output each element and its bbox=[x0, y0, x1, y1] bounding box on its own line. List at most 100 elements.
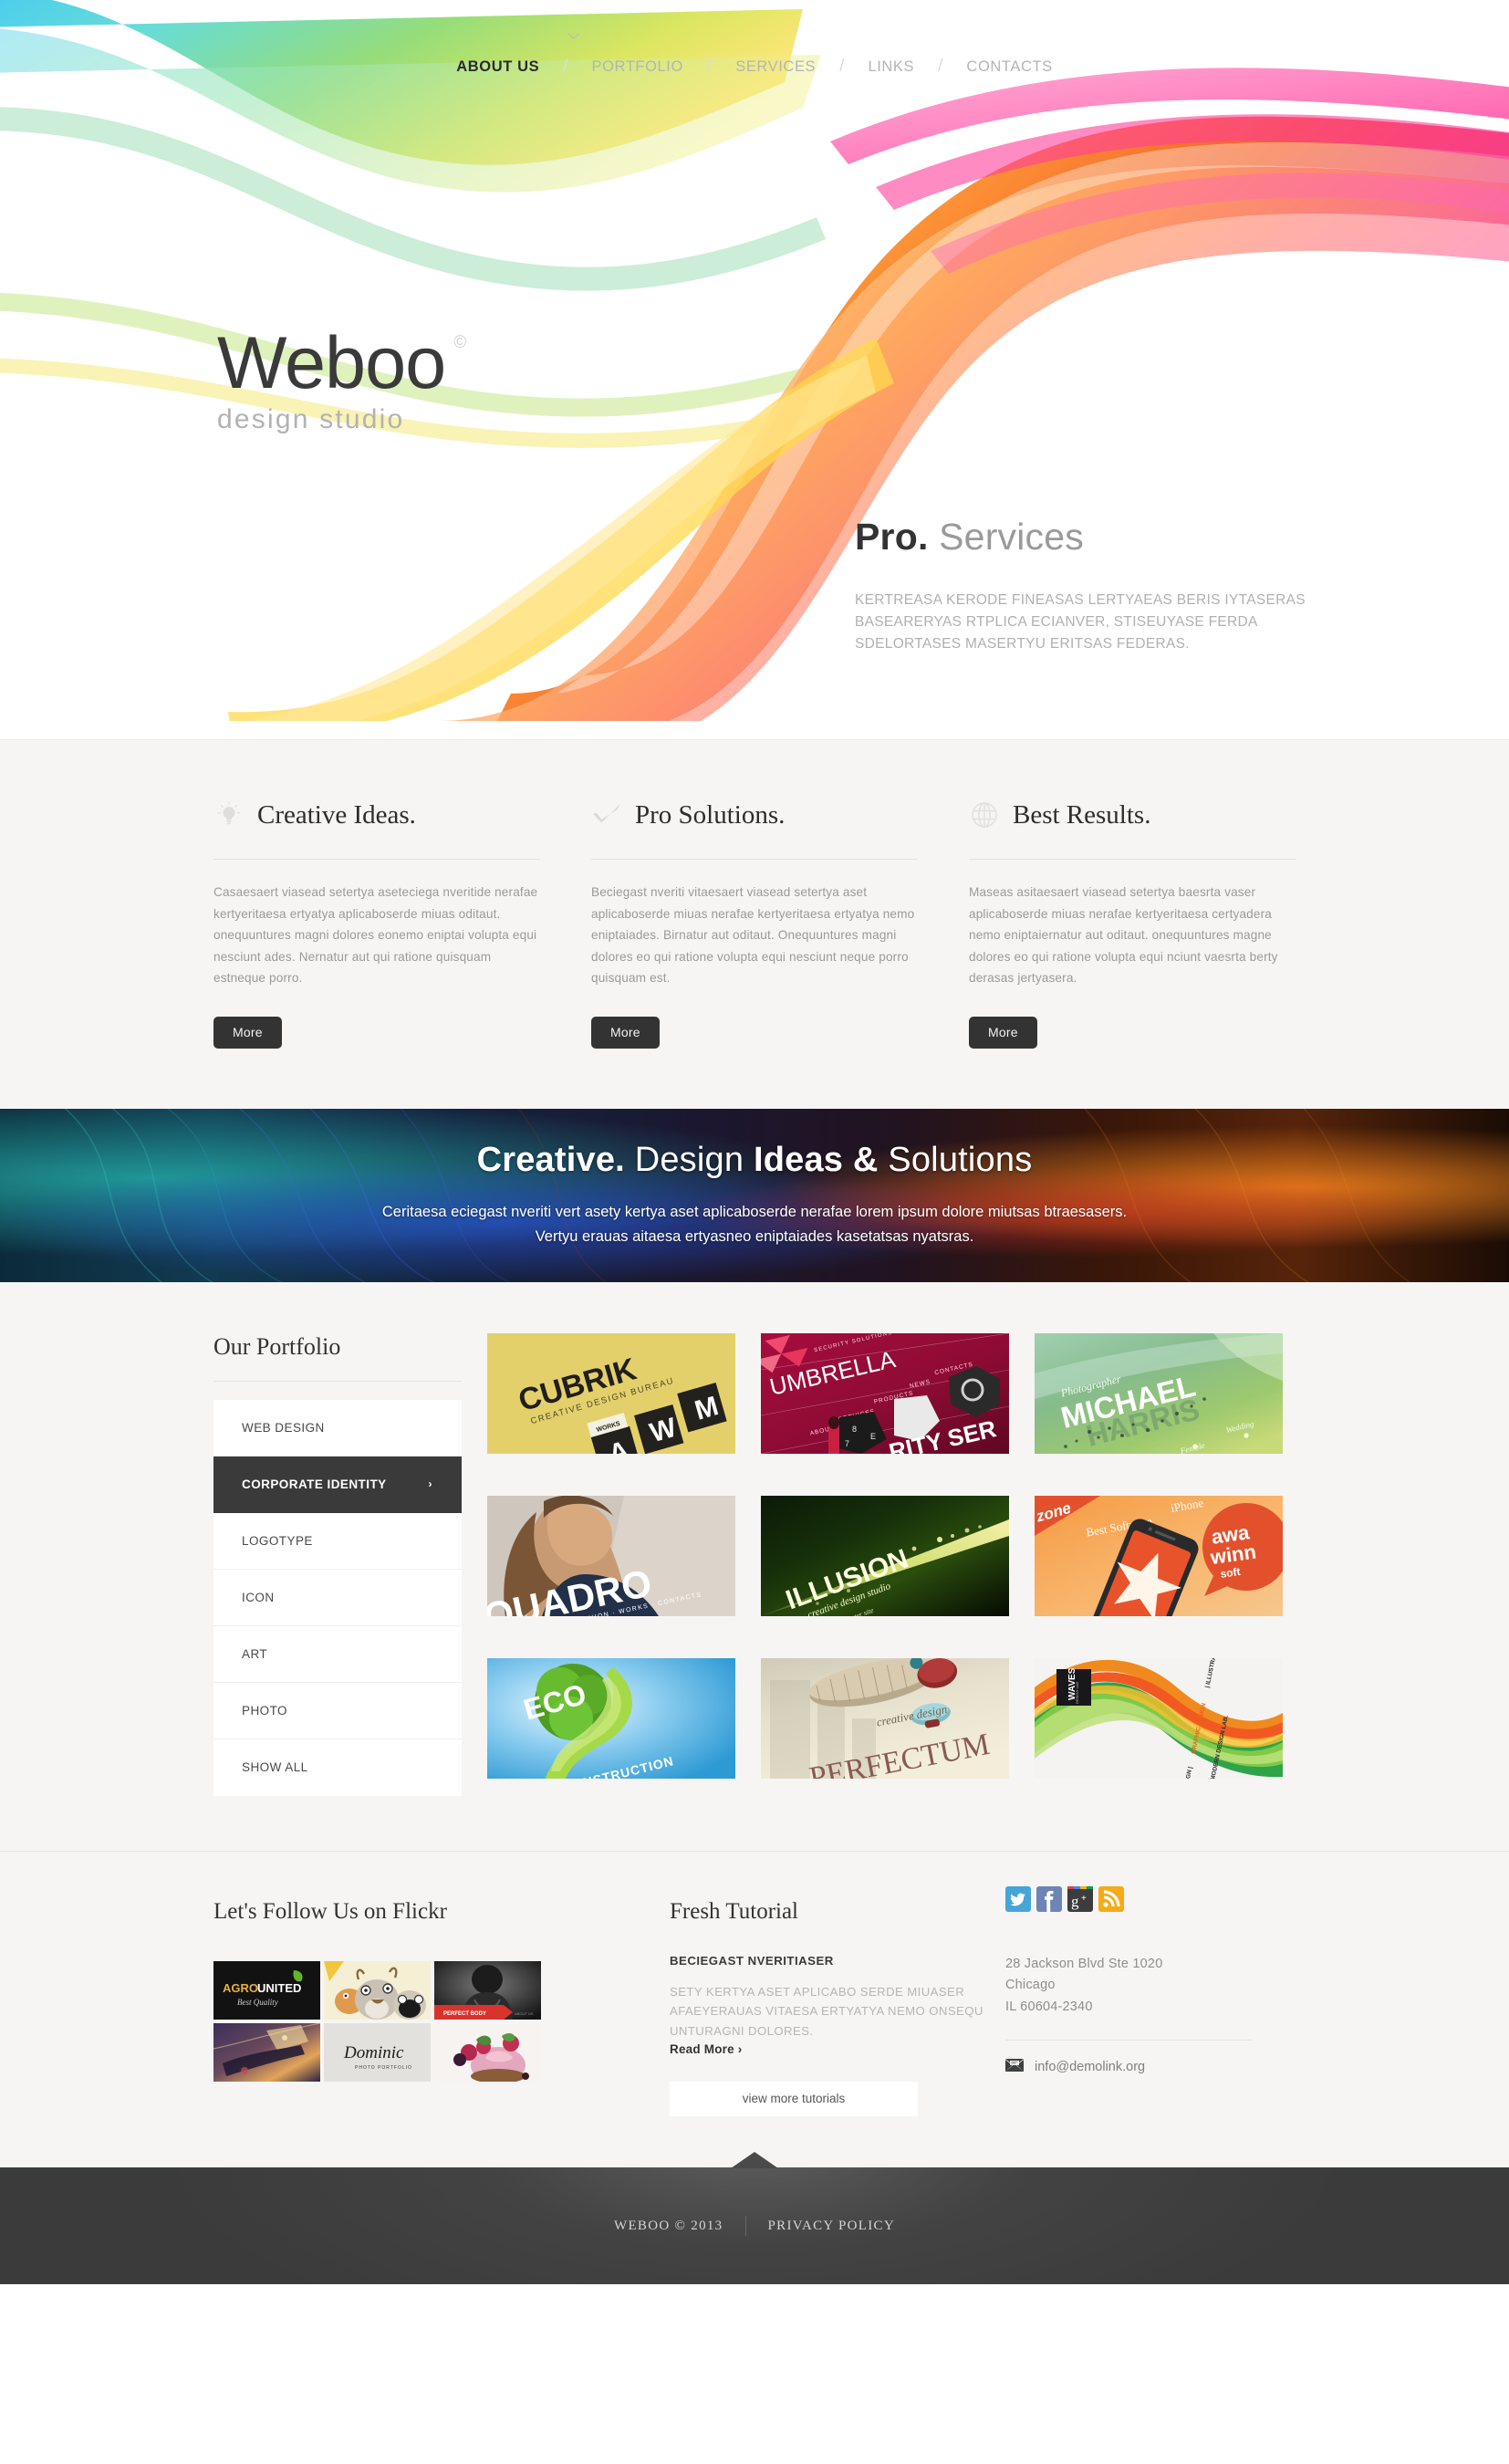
address-line-2: Chicago bbox=[1005, 1978, 1056, 1993]
portfolio-category-art[interactable]: ART bbox=[213, 1626, 462, 1683]
read-more-label: Read More bbox=[670, 2042, 734, 2057]
hero-copy: Pro. Services KERTREASA KERODE FINEASAS … bbox=[855, 516, 1329, 655]
divider bbox=[969, 859, 1296, 860]
portfolio-category-web-design[interactable]: WEB DESIGN bbox=[213, 1400, 462, 1456]
address-line-3: IL 60604-2340 bbox=[1005, 1999, 1093, 2014]
chevron-right-icon: › bbox=[428, 1477, 432, 1491]
flickr-widget: Let's Follow Us on Flickr AGRO. UNITED B… bbox=[213, 1899, 670, 2117]
read-more-link[interactable]: Read More › bbox=[670, 2042, 742, 2056]
contacts-widget: g + 28 Jackson Blvd Ste 1020 Chicago IL … bbox=[1005, 1885, 1296, 2117]
portfolio-thumb-izone[interactable]: zone Best Software iPhone awa winn soft bbox=[1035, 1495, 1283, 1616]
promo-title-part1: Creative. bbox=[476, 1140, 625, 1179]
nav-item-links[interactable]: LINKS bbox=[844, 58, 938, 76]
svg-text:7: 7 bbox=[845, 1439, 849, 1448]
check-icon bbox=[591, 799, 622, 830]
svg-text:+: + bbox=[1081, 1894, 1087, 1904]
svg-text:PHOTO PORTFOLIO: PHOTO PORTFOLIO bbox=[355, 2065, 412, 2071]
feature-title: Creative Ideas. bbox=[257, 799, 416, 830]
promo-subtitle: Ceritaesa eciegast nveriti vert asety ke… bbox=[382, 1200, 1127, 1249]
portfolio-category-show-all[interactable]: SHOW ALL bbox=[213, 1739, 462, 1796]
portfolio-category-list[interactable]: WEB DESIGN CORPORATE IDENTITY › LOGOTYPE… bbox=[213, 1399, 462, 1796]
svg-text:Best Quality: Best Quality bbox=[237, 1998, 278, 2007]
logo-tagline: design studio bbox=[217, 404, 405, 434]
divider bbox=[213, 859, 540, 860]
portfolio-thumb-umbrella[interactable]: UMBRELLA SECURITY SOLUTIONS ABOUTSERVICE… bbox=[761, 1332, 1009, 1454]
promo-subtitle-line2: Vertyu erauas aitaesa ertyasneo eniptaia… bbox=[535, 1228, 974, 1246]
feature-body: Maseas asitaesaert viasead setertya baes… bbox=[969, 885, 1278, 986]
feature-title: Pro Solutions. bbox=[635, 799, 786, 830]
scroll-to-top-icon[interactable] bbox=[731, 2152, 778, 2169]
social-links[interactable]: g + bbox=[1005, 1885, 1296, 1912]
email-address: info@demolink.org bbox=[1035, 2060, 1146, 2075]
more-button[interactable]: More bbox=[969, 1016, 1037, 1049]
portfolio-thumb-waves[interactable]: WAVES DESIGN LAB WEB DESIGN | GRAPHIC DE… bbox=[1035, 1658, 1283, 1780]
svg-text:ABOUT US: ABOUT US bbox=[515, 2011, 534, 2016]
divider bbox=[213, 1380, 462, 1382]
promo-title-part4: Solutions bbox=[888, 1140, 1033, 1179]
tutorial-widget: Fresh Tutorial BECIEGAST NVERITIASER SET… bbox=[670, 1899, 1005, 2117]
flickr-photo-grid[interactable]: AGRO. UNITED Best Quality PERFECT BODY A… bbox=[213, 1960, 670, 2082]
view-more-tutorials-button[interactable]: view more tutorials bbox=[670, 2082, 918, 2117]
nav-item-contacts[interactable]: CONTACTS bbox=[942, 58, 1076, 76]
svg-text:g: g bbox=[1071, 1893, 1079, 1910]
twitter-icon[interactable] bbox=[1005, 1885, 1031, 1912]
portfolio-thumb-quadro[interactable]: QUADRO FASHION · WORKS · CONTACTS bbox=[487, 1495, 735, 1616]
flickr-photo-berry-cake[interactable] bbox=[434, 2022, 541, 2082]
main-navigation[interactable]: ABOUT US / PORTFOLIO / SERVICES / LINKS … bbox=[0, 57, 1509, 77]
portfolio-category-corporate-identity[interactable]: CORPORATE IDENTITY › bbox=[213, 1456, 462, 1513]
feature-body: Casaesaert viasead setertya aseteciega n… bbox=[213, 885, 538, 986]
more-button[interactable]: More bbox=[213, 1016, 282, 1049]
svg-text:UNITED: UNITED bbox=[257, 1981, 301, 1995]
google-plus-icon[interactable]: g + bbox=[1067, 1885, 1093, 1912]
portfolio-thumb-perfectum[interactable]: creative design PERFECTUM bbox=[761, 1658, 1009, 1780]
promo-banner: Creative. Design Ideas & Solutions Cerit… bbox=[0, 1108, 1509, 1282]
flickr-photo-guitar-night[interactable] bbox=[213, 2022, 320, 2082]
hero-description: KERTREASA KERODE FINEASAS LERTYAEAS BERI… bbox=[855, 592, 1306, 653]
flickr-photo-dominic[interactable]: Dominic PHOTO PORTFOLIO bbox=[324, 2022, 431, 2082]
more-button[interactable]: More bbox=[591, 1016, 660, 1049]
site-logo[interactable]: Weboo © design studio bbox=[217, 327, 466, 435]
privacy-policy-link[interactable]: PRIVACY POLICY bbox=[768, 2219, 895, 2234]
portfolio-category-photo[interactable]: PHOTO bbox=[213, 1683, 462, 1739]
portfolio-thumb-illusion[interactable]: ILLUSION creative design studio enter si… bbox=[761, 1495, 1009, 1616]
portfolio-thumb-michael-harris[interactable]: Photographer MICHAEL HARRIS Female Weddi… bbox=[1035, 1332, 1283, 1454]
flickr-photo-agro-united[interactable]: AGRO. UNITED Best Quality bbox=[213, 1960, 320, 2020]
chevron-down-icon bbox=[567, 33, 580, 40]
category-label: ICON bbox=[242, 1590, 275, 1604]
lightbulb-icon bbox=[213, 799, 245, 830]
globe-icon bbox=[969, 799, 1000, 830]
nav-item-portfolio[interactable]: PORTFOLIO bbox=[567, 58, 706, 76]
photo-label: Dominic bbox=[343, 2043, 404, 2062]
portfolio-thumb-cubrik[interactable]: CUBRIK CREATIVE DESIGN BUREAU A W M WORK… bbox=[487, 1332, 735, 1454]
footer-content: Let's Follow Us on Flickr AGRO. UNITED B… bbox=[0, 1850, 1509, 2168]
chevron-right-icon: › bbox=[737, 2042, 743, 2057]
photo-label: AGRO. bbox=[223, 1981, 262, 1995]
promo-title: Creative. Design Ideas & Solutions bbox=[382, 1141, 1127, 1180]
feature-column-pro-solutions: Pro Solutions. Beciegast nveriti vitaesa… bbox=[591, 795, 918, 1049]
hero-title-light: Services bbox=[939, 516, 1084, 558]
photo-label: PERFECT BODY bbox=[443, 2011, 486, 2017]
hero-title: Pro. Services bbox=[855, 516, 1329, 559]
address-block: 28 Jackson Blvd Ste 1020 Chicago IL 6060… bbox=[1005, 1954, 1296, 2018]
rss-icon[interactable] bbox=[1098, 1885, 1124, 1912]
portfolio-section: Our Portfolio WEB DESIGN CORPORATE IDENT… bbox=[0, 1281, 1509, 1851]
portfolio-category-icon[interactable]: ICON bbox=[213, 1570, 462, 1626]
portfolio-thumb-eco[interactable]: ECO NSTRUCTION bbox=[487, 1658, 735, 1780]
flickr-photo-perfect-body[interactable]: PERFECT BODY ABOUT US bbox=[434, 1960, 541, 2020]
nav-item-about-us[interactable]: ABOUT US bbox=[432, 58, 563, 76]
flickr-photo-cartoon-animals[interactable] bbox=[324, 1960, 431, 2020]
portfolio-sidebar: Our Portfolio WEB DESIGN CORPORATE IDENT… bbox=[213, 1333, 462, 1796]
portfolio-category-logotype[interactable]: LOGOTYPE bbox=[213, 1513, 462, 1570]
hero-title-bold: Pro. bbox=[855, 516, 929, 558]
divider bbox=[591, 859, 918, 860]
copyright-text: WEBOO © 2013 bbox=[614, 2218, 723, 2233]
facebook-icon[interactable] bbox=[1036, 1885, 1062, 1912]
category-label: LOGOTYPE bbox=[242, 1533, 313, 1548]
logo-name: Weboo © bbox=[217, 327, 466, 401]
hero-section: ABOUT US / PORTFOLIO / SERVICES / LINKS … bbox=[0, 0, 1509, 739]
promo-subtitle-line1: Ceritaesa eciegast nveriti vert asety ke… bbox=[381, 1203, 1128, 1220]
bottom-bar: WEBOO © 2013 PRIVACY POLICY bbox=[0, 2152, 1509, 2285]
category-label: ART bbox=[242, 1646, 268, 1661]
nav-item-services[interactable]: SERVICES bbox=[712, 58, 839, 76]
email-link[interactable]: info@demolink.org bbox=[1005, 2059, 1296, 2075]
